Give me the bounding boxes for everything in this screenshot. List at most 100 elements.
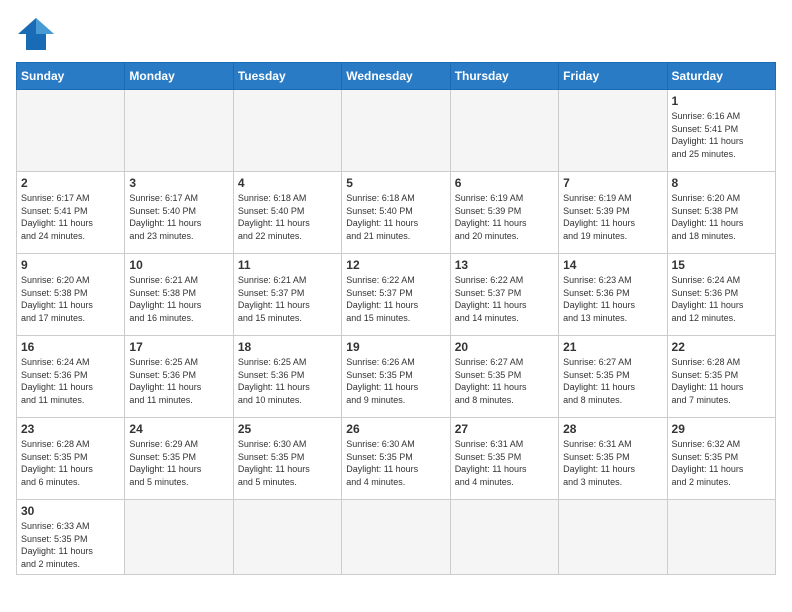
- day-number: 7: [563, 176, 662, 190]
- calendar-cell: [450, 500, 558, 575]
- day-info: Sunrise: 6:26 AM Sunset: 5:35 PM Dayligh…: [346, 356, 445, 406]
- calendar-cell: 21Sunrise: 6:27 AM Sunset: 5:35 PM Dayli…: [559, 336, 667, 418]
- day-info: Sunrise: 6:25 AM Sunset: 5:36 PM Dayligh…: [129, 356, 228, 406]
- day-number: 9: [21, 258, 120, 272]
- day-info: Sunrise: 6:27 AM Sunset: 5:35 PM Dayligh…: [455, 356, 554, 406]
- calendar-cell: [233, 90, 341, 172]
- calendar-cell: 11 Sunrise: 6:21 AM Sunset: 5:37 PM Dayli…: [233, 254, 341, 336]
- calendar-cell: 18Sunrise: 6:25 AM Sunset: 5:36 PM Dayli…: [233, 336, 341, 418]
- logo: [16, 16, 62, 52]
- calendar-cell: 7 Sunrise: 6:19 AM Sunset: 5:39 PM Daylig…: [559, 172, 667, 254]
- weekday-header-tuesday: Tuesday: [233, 63, 341, 90]
- day-info: Sunrise: 6:23 AM Sunset: 5:36 PM Dayligh…: [563, 274, 662, 324]
- calendar-cell: 2 Sunrise: 6:17 AM Sunset: 5:41 PM Daylig…: [17, 172, 125, 254]
- day-number: 8: [672, 176, 771, 190]
- calendar-cell: 10Sunrise: 6:21 AM Sunset: 5:38 PM Dayli…: [125, 254, 233, 336]
- calendar-cell: 12 Sunrise: 6:22 AM Sunset: 5:37 PM Dayli…: [342, 254, 450, 336]
- calendar-cell: 15 Sunrise: 6:24 AM Sunset: 5:36 PM Dayli…: [667, 254, 775, 336]
- weekday-header-friday: Friday: [559, 63, 667, 90]
- day-number: 4: [238, 176, 337, 190]
- calendar-cell: [342, 500, 450, 575]
- day-info: Sunrise: 6:33 AM Sunset: 5:35 PM Dayligh…: [21, 520, 120, 570]
- logo-icon: [16, 16, 56, 52]
- calendar-cell: 25Sunrise: 6:30 AM Sunset: 5:35 PM Dayli…: [233, 418, 341, 500]
- day-info: Sunrise: 6:18 AM Sunset: 5:40 PM Dayligh…: [238, 192, 337, 242]
- day-info: Sunrise: 6:22 AM Sunset: 5:37 PM Dayligh…: [455, 274, 554, 324]
- day-info: Sunrise: 6:28 AM Sunset: 5:35 PM Dayligh…: [21, 438, 120, 488]
- calendar-cell: 20 Sunrise: 6:27 AM Sunset: 5:35 PM Dayli…: [450, 336, 558, 418]
- calendar-week-2: 2 Sunrise: 6:17 AM Sunset: 5:41 PM Daylig…: [17, 172, 776, 254]
- day-number: 6: [455, 176, 554, 190]
- day-number: 18: [238, 340, 337, 354]
- calendar-cell: [667, 500, 775, 575]
- day-number: 12: [346, 258, 445, 272]
- day-info: Sunrise: 6:19 AM Sunset: 5:39 PM Dayligh…: [563, 192, 662, 242]
- calendar-cell: [125, 500, 233, 575]
- day-info: Sunrise: 6:20 AM Sunset: 5:38 PM Dayligh…: [672, 192, 771, 242]
- day-number: 16: [21, 340, 120, 354]
- calendar-cell: [17, 90, 125, 172]
- day-number: 26: [346, 422, 445, 436]
- day-info: Sunrise: 6:17 AM Sunset: 5:40 PM Dayligh…: [129, 192, 228, 242]
- calendar-cell: 19 Sunrise: 6:26 AM Sunset: 5:35 PM Dayli…: [342, 336, 450, 418]
- calendar-cell: 29 Sunrise: 6:32 AM Sunset: 5:35 PM Dayli…: [667, 418, 775, 500]
- calendar-cell: 24 Sunrise: 6:29 AM Sunset: 5:35 PM Dayli…: [125, 418, 233, 500]
- calendar-header: SundayMondayTuesdayWednesdayThursdayFrid…: [17, 63, 776, 90]
- calendar-cell: 27Sunrise: 6:31 AM Sunset: 5:35 PM Dayli…: [450, 418, 558, 500]
- day-info: Sunrise: 6:28 AM Sunset: 5:35 PM Dayligh…: [672, 356, 771, 406]
- day-number: 2: [21, 176, 120, 190]
- weekday-row: SundayMondayTuesdayWednesdayThursdayFrid…: [17, 63, 776, 90]
- day-info: Sunrise: 6:31 AM Sunset: 5:35 PM Dayligh…: [455, 438, 554, 488]
- calendar-table: SundayMondayTuesdayWednesdayThursdayFrid…: [16, 62, 776, 575]
- day-info: Sunrise: 6:24 AM Sunset: 5:36 PM Dayligh…: [672, 274, 771, 324]
- day-number: 20: [455, 340, 554, 354]
- day-number: 30: [21, 504, 120, 518]
- day-number: 29: [672, 422, 771, 436]
- day-number: 19: [346, 340, 445, 354]
- day-number: 23: [21, 422, 120, 436]
- day-info: Sunrise: 6:30 AM Sunset: 5:35 PM Dayligh…: [346, 438, 445, 488]
- calendar-cell: 26 Sunrise: 6:30 AM Sunset: 5:35 PM Dayli…: [342, 418, 450, 500]
- day-info: Sunrise: 6:31 AM Sunset: 5:35 PM Dayligh…: [563, 438, 662, 488]
- day-number: 5: [346, 176, 445, 190]
- weekday-header-sunday: Sunday: [17, 63, 125, 90]
- calendar-cell: [559, 500, 667, 575]
- day-info: Sunrise: 6:16 AM Sunset: 5:41 PM Dayligh…: [672, 110, 771, 160]
- calendar-cell: 17 Sunrise: 6:25 AM Sunset: 5:36 PM Dayli…: [125, 336, 233, 418]
- calendar-cell: [559, 90, 667, 172]
- page-header: [16, 16, 776, 52]
- calendar-body: 1 Sunrise: 6:16 AM Sunset: 5:41 PM Daylig…: [17, 90, 776, 575]
- day-info: Sunrise: 6:19 AM Sunset: 5:39 PM Dayligh…: [455, 192, 554, 242]
- calendar-cell: 5 Sunrise: 6:18 AM Sunset: 5:40 PM Daylig…: [342, 172, 450, 254]
- day-number: 15: [672, 258, 771, 272]
- weekday-header-wednesday: Wednesday: [342, 63, 450, 90]
- day-number: 1: [672, 94, 771, 108]
- weekday-header-thursday: Thursday: [450, 63, 558, 90]
- day-number: 28: [563, 422, 662, 436]
- calendar-cell: 23 Sunrise: 6:28 AM Sunset: 5:35 PM Dayli…: [17, 418, 125, 500]
- day-info: Sunrise: 6:21 AM Sunset: 5:37 PM Dayligh…: [238, 274, 337, 324]
- day-info: Sunrise: 6:17 AM Sunset: 5:41 PM Dayligh…: [21, 192, 120, 242]
- calendar-cell: 6 Sunrise: 6:19 AM Sunset: 5:39 PM Daylig…: [450, 172, 558, 254]
- day-number: 11: [238, 258, 337, 272]
- day-info: Sunrise: 6:32 AM Sunset: 5:35 PM Dayligh…: [672, 438, 771, 488]
- calendar-cell: 3 Sunrise: 6:17 AM Sunset: 5:40 PM Daylig…: [125, 172, 233, 254]
- day-info: Sunrise: 6:18 AM Sunset: 5:40 PM Dayligh…: [346, 192, 445, 242]
- calendar-week-5: 23 Sunrise: 6:28 AM Sunset: 5:35 PM Dayli…: [17, 418, 776, 500]
- day-number: 24: [129, 422, 228, 436]
- calendar-week-1: 1 Sunrise: 6:16 AM Sunset: 5:41 PM Daylig…: [17, 90, 776, 172]
- day-info: Sunrise: 6:22 AM Sunset: 5:37 PM Dayligh…: [346, 274, 445, 324]
- calendar-cell: 13Sunrise: 6:22 AM Sunset: 5:37 PM Dayli…: [450, 254, 558, 336]
- day-number: 17: [129, 340, 228, 354]
- calendar-cell: [233, 500, 341, 575]
- calendar-cell: 28 Sunrise: 6:31 AM Sunset: 5:35 PM Dayli…: [559, 418, 667, 500]
- calendar-cell: 8 Sunrise: 6:20 AM Sunset: 5:38 PM Daylig…: [667, 172, 775, 254]
- day-number: 3: [129, 176, 228, 190]
- day-info: Sunrise: 6:20 AM Sunset: 5:38 PM Dayligh…: [21, 274, 120, 324]
- calendar-cell: [125, 90, 233, 172]
- day-info: Sunrise: 6:24 AM Sunset: 5:36 PM Dayligh…: [21, 356, 120, 406]
- day-info: Sunrise: 6:29 AM Sunset: 5:35 PM Dayligh…: [129, 438, 228, 488]
- calendar-cell: [450, 90, 558, 172]
- weekday-header-saturday: Saturday: [667, 63, 775, 90]
- day-info: Sunrise: 6:21 AM Sunset: 5:38 PM Dayligh…: [129, 274, 228, 324]
